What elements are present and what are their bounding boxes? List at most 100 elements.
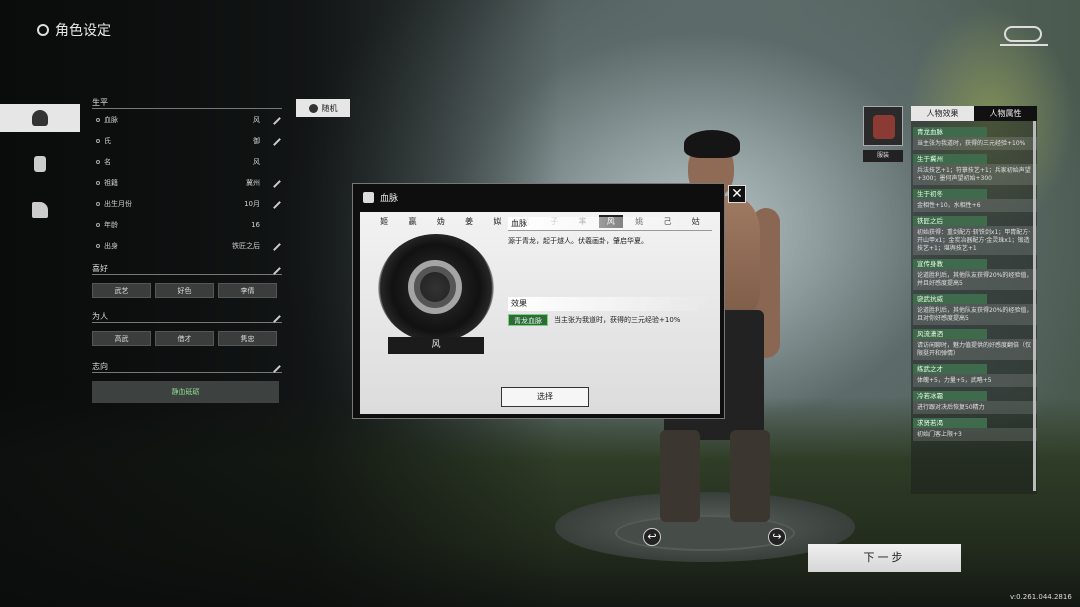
row-label: 氏 [104,136,111,145]
form-row-name[interactable]: 名风 [92,151,282,172]
row-value: 16 [251,220,260,229]
bullet-icon [96,138,100,143]
bloodline-emblem [378,234,494,342]
trait-item: 骁武抗威 论道胜利后，其他队友获得20%的经验值，且对你好感度提高5 [913,294,1037,325]
form-row-hometown[interactable]: 祖籍 冀州 [92,172,282,193]
traits-panel: 人物效果 人物属性 青龙血脉 当主张为我道时，获得的三元经验+10% 生于冀州 兵法… [911,106,1037,494]
edit-pencil-icon[interactable] [268,112,281,125]
trait-item: 生于初冬 金相性+10，水相性+6 [913,189,1037,212]
dialog-title: 血脉 [380,193,399,204]
ambition-chip[interactable]: 静血砥砺 [92,381,279,403]
character-chip[interactable]: 高武 [92,331,151,346]
form-row-birth-month[interactable]: 出生月份 10月 [92,193,282,214]
trait-item: 生于冀州 兵法技艺+1；符箓技艺+1；兵家初始声望+300；墨何声望初始+300 [913,154,1037,185]
tab-character-effects[interactable]: 人物效果 [911,106,974,121]
bloodline-dialog: 血脉 姬 嬴 妫 姜 姒 姞 子 芈 风 姚 己 姑 风 血脉 源于青龙，起于燧… [352,183,725,419]
form-row-age: 年龄 16 [92,214,282,235]
rotate-left-icon[interactable]: ↩ [643,528,661,546]
edit-pencil-icon[interactable] [268,360,281,373]
dialog-header: 血脉 [353,184,724,210]
anvil-icon [32,202,48,218]
surname-tab[interactable]: 姒 [485,215,509,228]
edit-pencil-icon[interactable] [268,133,281,146]
next-step-button[interactable]: 下一步 [808,544,961,572]
effect-tag: 青龙血脉 [508,314,548,326]
bullet-icon [96,159,100,164]
sidebar-tab-skills[interactable] [0,196,80,224]
form-row-origin[interactable]: 出身 铁匠之后 [92,235,282,256]
trait-item: 宣传身教 论道胜利后，其他队友获得20%的经验值，并且好感度提高5 [913,259,1037,290]
character-chip[interactable]: 借才 [155,331,214,346]
rotate-right-icon[interactable]: ↪ [768,528,786,546]
garment-icon [873,115,895,139]
trait-desc: 论道胜利后，其他队友获得20%的经验值，并且好感度提高5 [913,269,1037,290]
random-button[interactable]: 随机 [296,99,350,117]
row-label: 祖籍 [104,178,118,187]
choose-button[interactable]: 选择 [501,387,589,407]
section-character-label: 为人 [92,312,108,321]
logo-icon [37,24,49,36]
trait-desc: 体魄+5，力量+5，武略+5 [913,374,1037,387]
surname-tab[interactable]: 姜 [457,215,481,228]
section-ambition-header: 志向 [92,360,282,373]
effect-heading: 效果 [508,297,712,311]
sidebar-tab-cards[interactable] [0,150,80,178]
row-label: 名 [104,157,111,166]
surname-tab[interactable]: 妫 [429,215,453,228]
equipment-slot[interactable] [863,106,903,146]
trait-desc: 当主张为我道时，获得的三元经验+10% [913,137,1037,150]
bloodline-description: 源于青龙，起于燧人。伏羲画卦，肇启华夏。 [508,237,648,245]
trait-name: 生于初冬 [913,189,987,199]
section-hobby-label: 喜好 [92,264,108,273]
row-label: 出身 [104,241,118,250]
row-label: 年龄 [104,220,118,229]
close-icon[interactable]: ✕ [728,185,746,203]
trait-name: 冷若冰霜 [913,391,987,401]
sidebar-tab-appearance[interactable] [0,104,80,132]
dialog-body: 姬 嬴 妫 姜 姒 姞 子 芈 风 姚 己 姑 风 血脉 源于青龙，起于燧人。伏… [360,212,720,414]
character-chips: 高武 借才 隽忠 [92,331,282,346]
page-title: 角色设定 [37,20,111,40]
trait-desc: 进行跟对决后恢复50精力 [913,401,1037,414]
trait-name: 练武之才 [913,364,987,374]
traits-scrollbar[interactable] [1033,121,1036,491]
edit-pencil-icon[interactable] [268,238,281,251]
bullet-icon [96,117,100,122]
page-title-text: 角色设定 [55,23,111,39]
form-row-surname[interactable]: 氏御 [92,130,282,151]
edit-pencil-icon[interactable] [268,262,281,275]
edit-pencil-icon[interactable] [268,310,281,323]
effect-text: 当主张为我道时，获得的三元经验+10% [554,316,681,324]
hobby-chip[interactable]: 武艺 [92,283,151,298]
random-button-label: 随机 [321,103,338,113]
row-value: 御 [253,136,260,145]
version-label: v:0.261.044.2816 [1010,593,1072,601]
form-row-bloodline[interactable]: 血脉 风 [92,109,282,130]
trait-desc: 金相性+10，水相性+6 [913,199,1037,212]
info-heading: 血脉 [508,217,712,231]
surname-tab[interactable]: 姬 [372,215,396,228]
edit-pencil-icon[interactable] [268,196,281,209]
cards-icon [34,156,46,172]
trait-name: 生于冀州 [913,154,987,164]
bullet-icon [96,201,100,206]
mask-icon [363,191,374,203]
character-chip[interactable]: 隽忠 [218,331,277,346]
dice-icon [308,103,318,113]
character-leg-right [730,430,770,522]
hobby-chip[interactable]: 李倩 [218,283,277,298]
trait-item: 求贤若渴 初始门客上限+3 [913,418,1037,441]
row-label: 出生月份 [104,199,132,208]
edit-pencil-icon[interactable] [268,175,281,188]
surname-tab[interactable]: 嬴 [400,215,424,228]
profile-form: 生平 血脉风 氏御 名风 祖籍 冀州 出生月份 10月 年龄 16 出身 铁匠之后 喜好… [92,96,282,403]
row-value: 风 [253,115,260,124]
trait-item: 铁匠之后 初始获得：重剑配方·斩铁剑x1；甲胄配方·开山甲x1；金炭冶器配方·金灵… [913,216,1037,255]
trait-name: 宣传身教 [913,259,987,269]
tab-character-attributes[interactable]: 人物属性 [974,106,1037,121]
trait-name: 铁匠之后 [913,216,987,226]
hobby-chip[interactable]: 好色 [155,283,214,298]
trait-item: 风流潇洒 请访闲聊时，魅力值提供的好感度翻倍（仅限挺开和弹情） [913,329,1037,360]
back-button[interactable] [1000,18,1048,46]
hobby-chips: 武艺 好色 李倩 [92,283,282,298]
